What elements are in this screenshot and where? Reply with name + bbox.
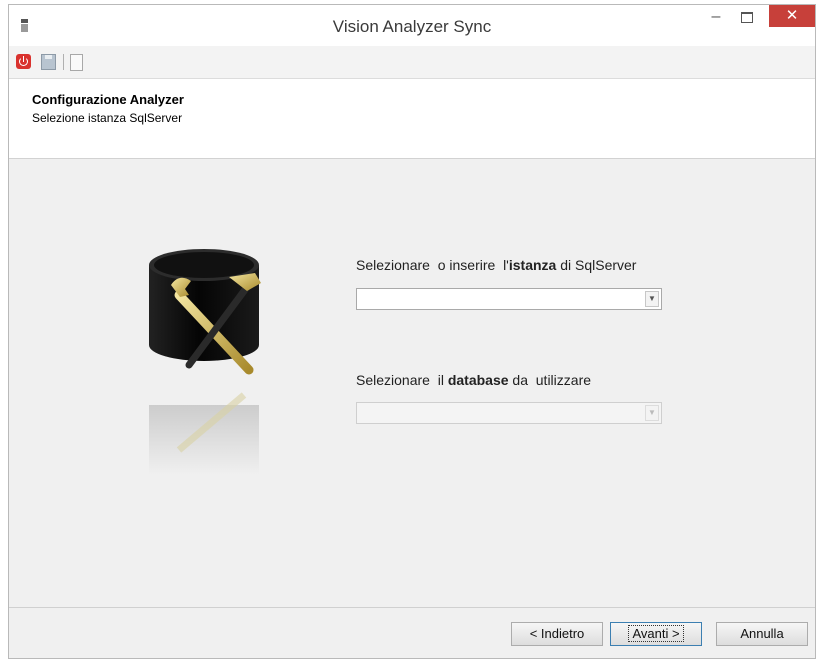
next-button-label: Avanti > [628,625,684,642]
app-window: Vision Analyzer Sync – ✕ Configurazione … [8,4,816,659]
title-bar: Vision Analyzer Sync – ✕ [9,5,815,46]
next-button[interactable]: Avanti > [610,622,702,646]
back-button[interactable]: < Indietro [511,622,603,646]
chevron-down-icon[interactable]: ▼ [645,405,659,421]
close-button[interactable]: ✕ [769,5,815,27]
toolbar-separator [63,54,64,70]
page-title: Configurazione Analyzer [32,92,184,107]
chevron-down-icon[interactable]: ▼ [645,291,659,307]
document-icon[interactable] [70,54,83,71]
database-tools-icon [149,249,261,475]
power-icon[interactable] [16,54,31,69]
instance-dropdown[interactable]: ▼ [356,288,662,310]
toolbar [9,46,815,79]
footer-divider [9,607,815,608]
database-label: Selezionare il database da utilizzare [356,372,592,388]
instance-label: Selezionare o inserire l'istanza di SqlS… [356,257,637,273]
save-icon[interactable] [41,54,56,70]
page-subtitle: Selezione istanza SqlServer [32,111,183,125]
database-dropdown[interactable]: ▼ [356,402,662,424]
maximize-button[interactable] [741,12,753,23]
cancel-button[interactable]: Annulla [716,622,808,646]
wizard-header: Configurazione Analyzer Selezione istanz… [9,79,815,159]
window-title: Vision Analyzer Sync [332,17,492,36]
minimize-button[interactable]: – [706,5,726,29]
